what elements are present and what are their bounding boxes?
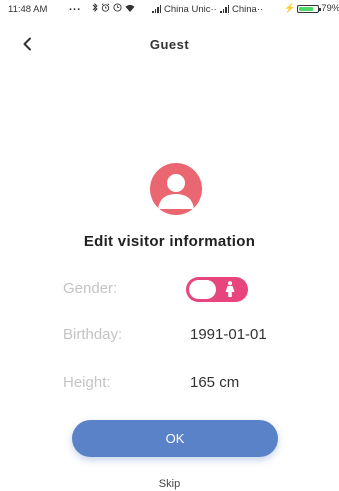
alarm-icon bbox=[101, 3, 110, 15]
female-icon bbox=[224, 281, 236, 298]
user-avatar-icon bbox=[150, 163, 202, 215]
page-title: Guest bbox=[149, 37, 190, 52]
toggle-knob bbox=[189, 280, 216, 299]
charging-icon: ⚡ bbox=[284, 3, 296, 13]
battery-indicator: ⚡ 79% bbox=[284, 3, 339, 14]
clock-icon bbox=[113, 3, 122, 15]
carrier-1: China Unic·· bbox=[152, 4, 217, 15]
notification-dots: ... bbox=[69, 1, 82, 13]
status-icons bbox=[92, 2, 135, 15]
wifi-icon bbox=[125, 4, 135, 15]
carrier-2: China·· bbox=[220, 4, 263, 15]
height-value[interactable]: 165 cm bbox=[190, 374, 239, 391]
signal-icon bbox=[152, 5, 161, 13]
battery-fill bbox=[299, 6, 314, 11]
status-bar: 11:48 AM ... China Unic·· China·· ⚡ 79% bbox=[0, 0, 339, 18]
ok-button[interactable]: OK bbox=[72, 420, 278, 457]
bluetooth-icon bbox=[92, 2, 98, 15]
nav-bar: Guest bbox=[0, 30, 339, 60]
gender-label: Gender: bbox=[63, 280, 118, 297]
birthday-label: Birthday: bbox=[63, 326, 123, 343]
skip-link[interactable]: Skip bbox=[0, 478, 339, 490]
battery-percent: 79% bbox=[321, 3, 339, 14]
signal-icon bbox=[220, 5, 229, 13]
form-heading: Edit visitor information bbox=[83, 233, 256, 250]
status-time: 11:48 AM bbox=[8, 4, 48, 15]
carrier-2-name: China·· bbox=[232, 4, 264, 15]
height-label: Height: bbox=[63, 374, 111, 391]
battery-icon bbox=[297, 4, 322, 13]
birthday-value[interactable]: 1991-01-01 bbox=[190, 326, 267, 343]
gender-toggle[interactable] bbox=[186, 277, 248, 302]
carrier-1-name: China Unic·· bbox=[164, 4, 217, 15]
